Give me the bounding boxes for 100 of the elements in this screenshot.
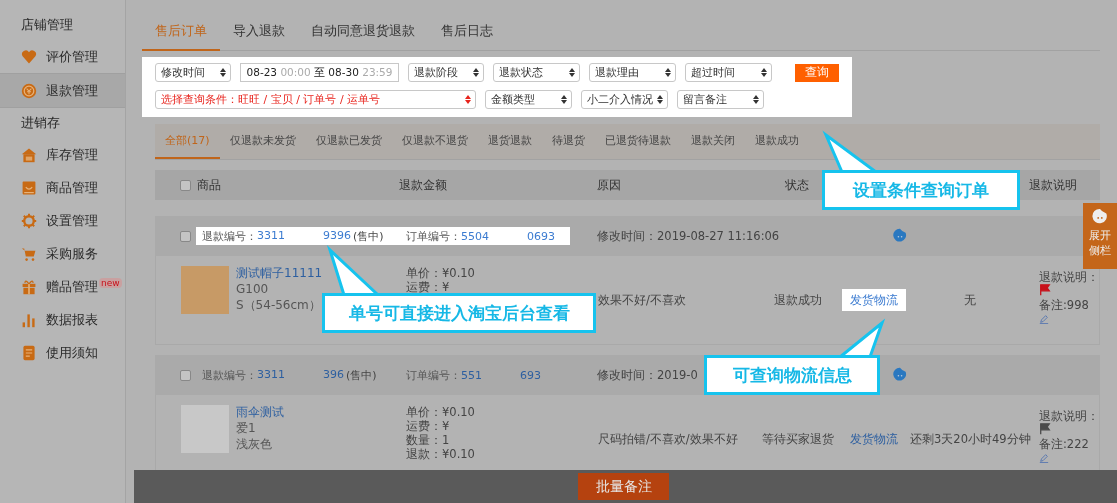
status-tab[interactable]: 退款成功: [744, 124, 809, 159]
status-tab[interactable]: 退款关闭: [680, 124, 745, 159]
gear-icon: [21, 212, 37, 229]
checkbox[interactable]: [180, 369, 191, 381]
amount-line: 单价：¥0.10: [406, 405, 476, 419]
remark-note: 备注:998: [1039, 298, 1089, 312]
pencil-icon[interactable]: [1039, 453, 1049, 463]
amount-line: 运费：¥: [406, 280, 451, 294]
reason-text: 尺码拍错/不喜欢/效果不好: [598, 432, 738, 446]
query-button[interactable]: 查询: [795, 63, 839, 82]
dropdown[interactable]: 退款状态: [493, 63, 580, 82]
dropdown[interactable]: 退款阶段: [408, 63, 484, 82]
sidebar-item[interactable]: 赠品管理 new: [0, 270, 125, 303]
refund-number-link[interactable]: 3311 9396: [257, 228, 351, 244]
column-header: 退款说明: [1029, 177, 1078, 193]
order-number-link[interactable]: 5504 0693: [461, 229, 555, 243]
heart-icon: [21, 48, 37, 65]
chat-bubble-icon[interactable]: [892, 228, 908, 244]
sidebar-item[interactable]: 采购服务: [0, 237, 125, 270]
logistics-link[interactable]: 发货物流: [842, 289, 906, 311]
product-title-link[interactable]: 测试帽子11111: [236, 266, 323, 280]
new-badge: new: [99, 277, 122, 288]
sidebar-item-label: 库存管理: [46, 145, 98, 164]
amount-line: 退款：¥0.10: [406, 447, 476, 461]
sidebar-item[interactable]: 数据报表: [0, 303, 125, 336]
dropdown[interactable]: 金额类型: [485, 90, 572, 109]
sidebar-item-label: 赠品管理: [46, 277, 98, 296]
dropdown[interactable]: 小二介入情况: [581, 90, 668, 109]
logistics-link[interactable]: 发货物流: [842, 428, 906, 450]
expand-sidebar-tab[interactable]: 展开侧栏: [1083, 203, 1117, 269]
amount-line: 运费：¥: [406, 419, 451, 433]
sidebar-item-label: 数据报表: [46, 310, 98, 329]
sidebar-item-label: 退款管理: [46, 81, 98, 100]
modified-time: 修改时间：2019-08-27 11:16:06: [597, 228, 780, 243]
sale-state: (售中): [346, 367, 377, 383]
sidebar-item-label: 采购服务: [46, 244, 98, 263]
amount-line: 数量：1: [406, 433, 451, 447]
coin-icon: [21, 82, 37, 99]
amount-line: 单价：¥0.10: [406, 266, 476, 280]
status-tab[interactable]: 仅退款未发货: [219, 124, 306, 159]
dropdown[interactable]: 超过时间: [685, 63, 772, 82]
column-header: 退款金额: [399, 177, 448, 193]
sidebar-item-label: 设置管理: [46, 211, 98, 230]
pencil-icon[interactable]: [1039, 314, 1049, 324]
bag-icon: [21, 179, 37, 196]
date-range-field[interactable]: 08-23 00:00 至 08-30 23:59: [240, 63, 399, 82]
status-tab[interactable]: 退货退款: [477, 124, 542, 159]
sidebar-item[interactable]: 退款管理: [0, 73, 125, 108]
sidebar-item[interactable]: 评价管理: [0, 40, 125, 73]
chat-bubble-icon[interactable]: [892, 367, 908, 383]
remark-note: 备注:222: [1039, 437, 1089, 451]
product-title-link[interactable]: 雨伞测试: [236, 405, 284, 419]
sidebar-item[interactable]: 商品管理: [0, 171, 125, 204]
product-photo-placeholder: [181, 266, 229, 314]
sidebar-item[interactable]: 库存管理: [0, 138, 125, 171]
column-header: 原因: [596, 177, 622, 193]
refund-number-label: 退款编号：: [202, 228, 257, 244]
order-number-link[interactable]: 551 693: [461, 368, 541, 382]
status-tab[interactable]: 待退货: [541, 124, 595, 159]
order-number-label: 订单编号：: [406, 367, 461, 383]
product-sku: 爱1: [236, 421, 257, 435]
product-sku: G100: [236, 282, 270, 296]
refund-number-label: 退款编号：: [202, 367, 257, 383]
modified-time: 修改时间：2019-0: [597, 367, 698, 382]
order-number-label: 订单编号：: [406, 228, 461, 244]
batch-remark-button[interactable]: 批量备注: [578, 473, 669, 500]
cart-icon: [21, 245, 37, 262]
house-icon: [21, 146, 37, 163]
refund-number-link[interactable]: 3311 396: [257, 367, 344, 383]
chat-bubble-icon: [1091, 208, 1109, 226]
tab[interactable]: 自动同意退货退款: [298, 16, 428, 50]
doc-icon: [21, 344, 37, 361]
remark-label: 退款说明：: [1039, 409, 1100, 423]
tab[interactable]: 导入退款: [220, 16, 298, 50]
checkbox[interactable]: [180, 179, 191, 191]
column-header: 状态: [784, 177, 810, 193]
expand-sidebar-label: 展开侧栏: [1088, 228, 1112, 258]
tab[interactable]: 售后日志: [428, 16, 506, 50]
dropdown[interactable]: 选择查询条件：旺旺 / 宝贝 / 订单号 / 运单号: [155, 90, 476, 109]
status-tab[interactable]: 仅退款已发货: [305, 124, 392, 159]
gift-icon: [21, 278, 37, 295]
reason-text: 效果不好/不喜欢: [598, 293, 686, 307]
status-tab[interactable]: 仅退款不退货: [391, 124, 478, 159]
sidebar-item[interactable]: 使用须知: [0, 336, 125, 369]
time-remaining: 无: [964, 293, 976, 307]
status-tab[interactable]: 已退货待退款: [594, 124, 681, 159]
sidebar-item-label: 使用须知: [46, 343, 98, 362]
product-variant: S（54-56cm）: [236, 298, 322, 312]
column-header: 商品: [197, 177, 221, 193]
sidebar-item-label: 商品管理: [46, 178, 98, 197]
sidebar-item-label: 评价管理: [46, 47, 98, 66]
sidebar-heading: 进销存: [20, 114, 61, 132]
product-variant: 浅灰色: [236, 437, 273, 451]
sidebar-item[interactable]: 设置管理: [0, 204, 125, 237]
dropdown[interactable]: 留言备注: [677, 90, 764, 109]
chart-icon: [21, 311, 37, 328]
status-text: 退款成功: [774, 293, 822, 307]
checkbox[interactable]: [180, 230, 191, 242]
dropdown[interactable]: 修改时间: [155, 63, 231, 82]
dropdown[interactable]: 退款理由: [589, 63, 676, 82]
